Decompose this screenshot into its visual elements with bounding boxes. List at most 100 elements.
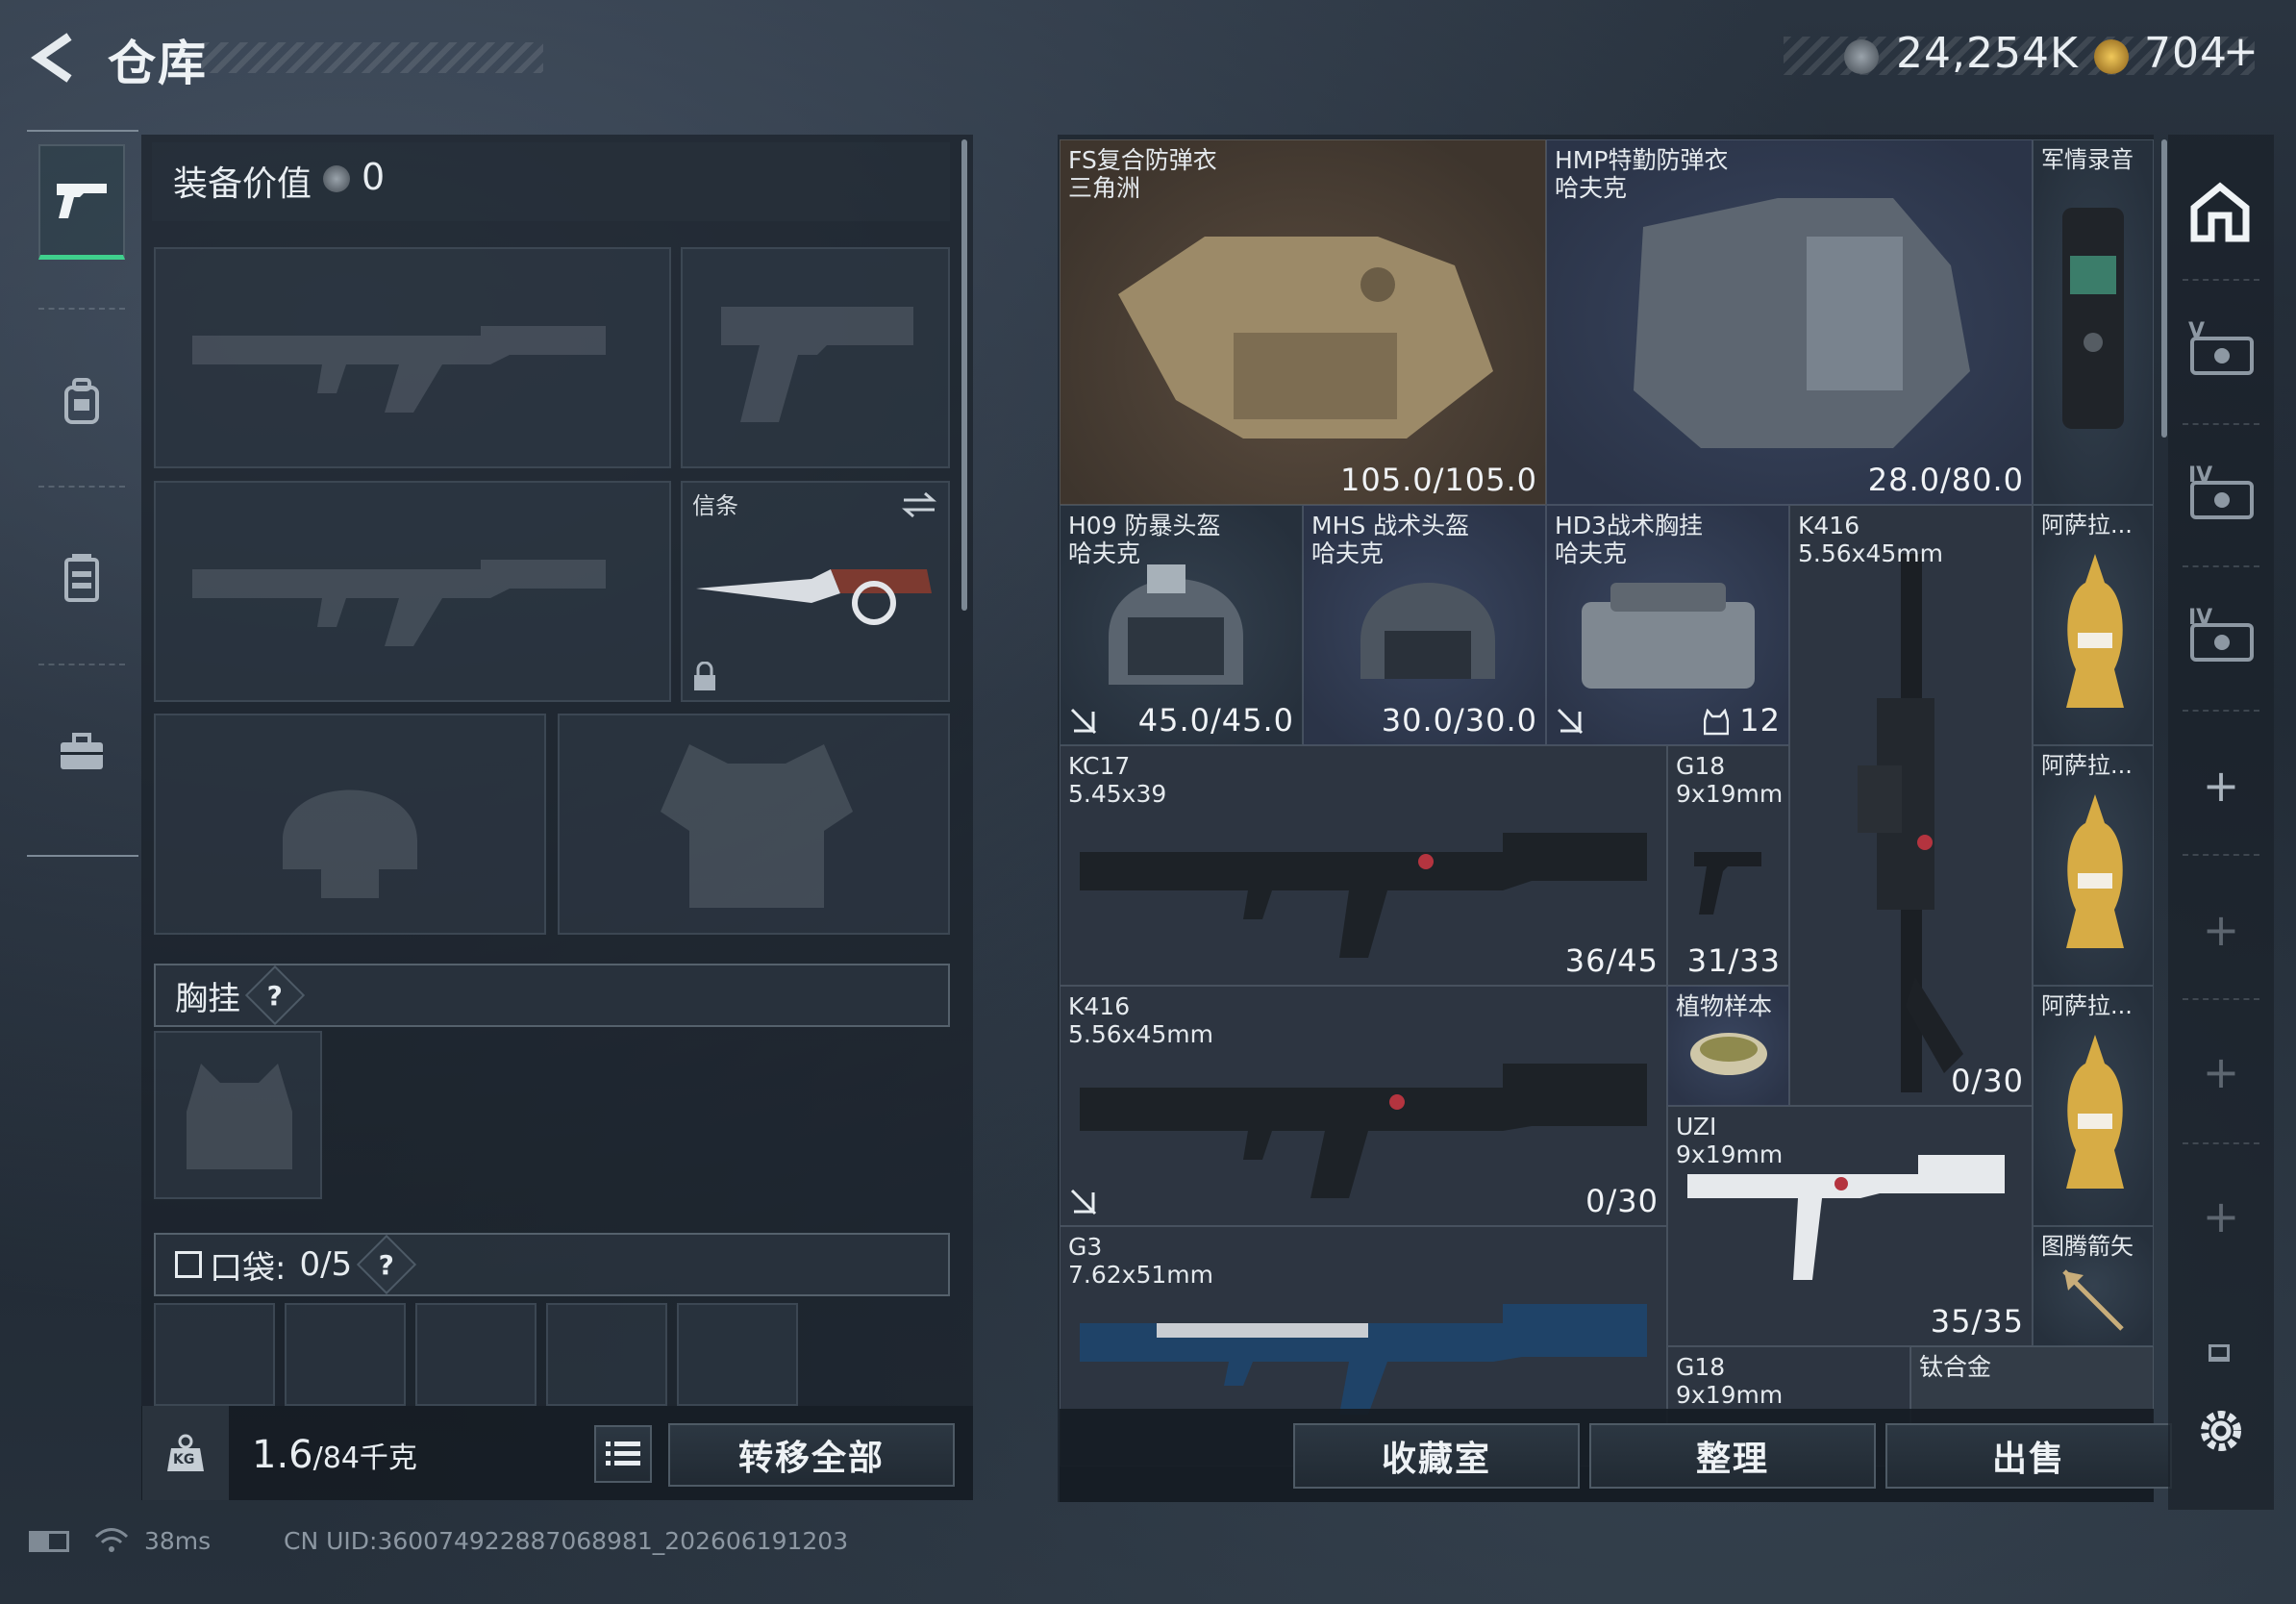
collection-room-button[interactable]: 收藏室	[1293, 1423, 1580, 1489]
sample-dish-icon	[1690, 1033, 1767, 1075]
body-armor-icon	[1118, 237, 1493, 439]
add-storage-button[interactable]: +	[2192, 757, 2250, 815]
tab-case[interactable]	[38, 694, 125, 810]
item-name: K416 5.56x45mm	[1798, 512, 1943, 567]
pistol-icon	[57, 183, 107, 218]
swap-icon[interactable]	[900, 490, 938, 519]
add-currency-button[interactable]: +	[2223, 27, 2259, 76]
add-storage-button[interactable]: +	[2192, 1043, 2250, 1101]
item-k416-vertical[interactable]: K416 5.56x45mm 0/30	[1789, 505, 2033, 1106]
item-name: H09 防暴头盔 哈夫克	[1068, 512, 1221, 567]
item-fs-armor[interactable]: FS复合防弹衣 三角洲 105.0/105.0	[1060, 139, 1546, 505]
item-name: KC17 5.45x39	[1068, 752, 1167, 808]
chest-rig-help-button[interactable]: ?	[244, 965, 306, 1026]
tab-backpack[interactable]	[38, 344, 125, 460]
chest-rig-slot[interactable]	[154, 1031, 322, 1199]
item-mhs-helmet[interactable]: MHS 战术头盔 哈夫克 30.0/30.0	[1303, 505, 1546, 745]
golden-pot-icon	[2066, 554, 2124, 708]
rail-divider	[2183, 854, 2259, 856]
transfer-all-button[interactable]: 转移全部	[668, 1423, 955, 1487]
case-tier-tab[interactable]: V	[2188, 319, 2256, 379]
item-capacity: 12	[1703, 702, 1781, 739]
pocket-slot[interactable]	[677, 1303, 798, 1406]
item-name: UZI 9x19mm	[1676, 1113, 1784, 1168]
recorder-icon	[2062, 208, 2124, 429]
briefcase-icon	[61, 733, 103, 769]
case-tier-tab[interactable]: IV	[2188, 606, 2256, 665]
backpack-icon	[64, 378, 99, 424]
primary-weapon-slot[interactable]	[154, 247, 671, 468]
rifle-silhouette-icon	[192, 326, 606, 413]
chest-rig-label: 胸挂	[175, 979, 240, 1018]
currency-main-value: 24,254K	[1896, 29, 2079, 78]
item-plant-sample[interactable]: 植物样本	[1667, 986, 1789, 1106]
item-h09-helmet[interactable]: H09 防暴头盔 哈夫克 45.0/45.0	[1060, 505, 1303, 745]
item-durability: 30.0/30.0	[1381, 702, 1537, 739]
item-totem-arrow[interactable]: 图腾箭矢	[2033, 1226, 2154, 1346]
pocket-slot[interactable]	[285, 1303, 406, 1406]
item-name: 植物样本	[1676, 992, 1773, 1020]
chest-rig-silhouette-icon	[187, 1064, 292, 1169]
item-name: K416 5.56x45mm	[1068, 992, 1213, 1048]
pocket-slot[interactable]	[415, 1303, 537, 1406]
settings-gear-icon[interactable]	[2194, 1404, 2248, 1458]
item-g18[interactable]: G18 9x19mm 31/33	[1667, 745, 1789, 986]
item-kc17[interactable]: KC17 5.45x39 36/45	[1060, 745, 1667, 986]
sell-button[interactable]: 出售	[1885, 1423, 2172, 1489]
vest-silhouette-icon	[661, 744, 853, 908]
storage-home-icon[interactable]	[2188, 181, 2252, 244]
item-ammo: 0/30	[1585, 1183, 1659, 1219]
knife-icon	[696, 569, 932, 625]
case-tier-tab[interactable]: IV	[2188, 464, 2256, 523]
storage-scrollbar[interactable]	[2161, 139, 2167, 438]
pocket-help-button[interactable]: ?	[357, 1234, 417, 1295]
pocket-slot[interactable]	[546, 1303, 667, 1406]
vest-icon	[64, 554, 99, 602]
rail-divider	[2183, 423, 2259, 425]
smg-icon	[1687, 1155, 2005, 1280]
item-name: G18 9x19mm	[1676, 1353, 1784, 1409]
armor-slot[interactable]	[558, 714, 950, 935]
pistol-slot[interactable]	[681, 247, 950, 468]
item-recorder[interactable]: 军情录音	[2033, 139, 2154, 505]
item-asala-pot[interactable]: 阿萨拉...	[2033, 745, 2154, 986]
storage-grid: FS复合防弹衣 三角洲 105.0/105.0 HMP特勤防弹衣 哈夫克 28.…	[1060, 139, 2154, 1466]
rail-divider	[2183, 279, 2259, 281]
pocket-slot[interactable]	[154, 1303, 275, 1406]
item-durability: 28.0/80.0	[1867, 462, 2024, 498]
item-asala-pot[interactable]: 阿萨拉...	[2033, 505, 2154, 745]
item-name: 图腾箭矢	[2041, 1233, 2134, 1260]
item-uzi[interactable]: UZI 9x19mm 35/35	[1667, 1106, 2033, 1346]
item-ammo: 31/33	[1686, 942, 1781, 979]
list-view-button[interactable]	[594, 1425, 652, 1483]
item-ammo: 35/35	[1930, 1303, 2024, 1340]
tab-armor[interactable]	[38, 519, 125, 635]
item-name: 阿萨拉...	[2041, 752, 2133, 779]
sidebar-divider	[38, 664, 125, 665]
secondary-weapon-slot[interactable]	[154, 481, 671, 702]
item-k416[interactable]: K416 5.56x45mm 0/30	[1060, 986, 1667, 1226]
item-name: 阿萨拉...	[2041, 512, 2133, 539]
tab-weapons[interactable]	[38, 144, 125, 260]
item-ammo: 0/30	[1951, 1063, 2024, 1099]
add-storage-button[interactable]: +	[2192, 1188, 2250, 1245]
helmet-silhouette-icon	[283, 789, 417, 898]
rifle-icon	[1080, 1064, 1647, 1198]
back-arrow-icon[interactable]	[27, 31, 81, 85]
item-name: 钛合金	[1919, 1353, 1992, 1381]
item-asala-pot[interactable]: 阿萨拉...	[2033, 986, 2154, 1226]
item-name: HD3战术胸挂 哈夫克	[1555, 512, 1703, 567]
helmet-icon	[1360, 583, 1495, 679]
organize-button[interactable]: 整理	[1589, 1423, 1876, 1489]
chest-rig-icon	[1582, 583, 1755, 689]
equipment-scrollbar[interactable]	[961, 139, 967, 611]
item-hd3-chest-rig[interactable]: HD3战术胸挂 哈夫克 12	[1546, 505, 1789, 745]
add-storage-button[interactable]: +	[2192, 901, 2250, 959]
silver-coin-icon	[1844, 39, 1879, 74]
item-hmp-armor[interactable]: HMP特勤防弹衣 哈夫克 28.0/80.0	[1546, 139, 2033, 505]
premium-coin-icon	[2094, 39, 2129, 74]
arrow-icon	[2062, 1269, 2124, 1331]
helmet-slot[interactable]	[154, 714, 546, 935]
item-name: G3 7.62x51mm	[1068, 1233, 1213, 1289]
melee-slot[interactable]: 信条	[681, 481, 950, 702]
